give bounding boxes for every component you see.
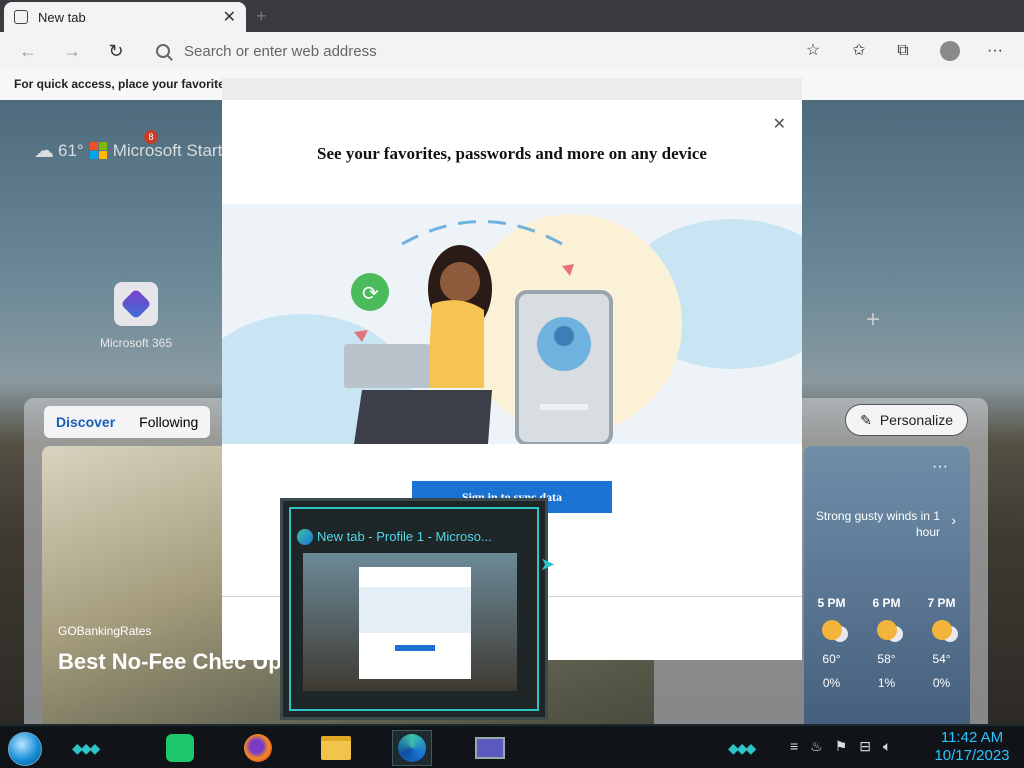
folder-icon [321,736,351,760]
forecast-temp: 60° [822,652,841,666]
pen-icon: ✎ [860,411,872,428]
preview-button [395,645,435,651]
hourly-forecast: 5 PM 60° 0% 6 PM 58° 1% 7 PM 54° 0% [804,596,970,690]
edge-icon [297,529,313,545]
clock-date: 10/17/2023 [934,747,1010,764]
forecast-precip: 0% [932,676,951,690]
taskbar-app-explorer[interactable] [316,730,356,766]
clock[interactable]: 11:42 AM 10/17/2023 [930,729,1014,765]
taskbar-thumbnail-preview[interactable]: New tab - Profile 1 - Microso... [280,498,548,720]
add-site-plus-icon[interactable]: + [866,306,880,334]
forecast-time: 6 PM [872,596,901,610]
weather-card[interactable]: ··· Strong gusty winds in 1 hour › 5 PM … [804,446,970,724]
address-placeholder: Search or enter web address [184,42,377,60]
forecast-hour: 6 PM 58° 1% [859,596,914,690]
preview-dialog-miniature [359,567,471,679]
flag-icon[interactable]: ⚑ [835,738,848,755]
collections-icon[interactable]: ⧉ [892,40,914,62]
browser-toolbar: ← → ↻ Search or enter web address ☆ ✩ ⧉ … [0,32,1024,70]
forecast-time: 5 PM [817,596,846,610]
window-icon [475,737,505,759]
notification-badge[interactable]: 8 [144,130,158,144]
network-icon[interactable]: ⊟ [859,738,871,755]
microsoft-365-icon [114,282,158,326]
dialog-title: See your favorites, passwords and more o… [317,144,707,163]
taskbar: ◆◆◆ ◆◆◆ ≡ ♨ ⚑ ⊟ 🔈︎ 11:42 AM 10/17/2023 [0,724,1024,768]
refresh-icon[interactable]: ↻ [104,39,128,63]
ntp-header: ☁ 61° Microsoft Start [34,138,222,163]
firefox-icon [244,734,272,762]
svg-text:⟳: ⟳ [362,281,379,305]
newtab-page-icon [14,10,28,24]
forecast-temp: 58° [877,652,896,666]
forecast-precip: 0% [822,676,841,690]
preview-screenshot [303,553,517,691]
forecast-time: 7 PM [927,596,956,610]
forecast-precip: 1% [877,676,896,690]
cloud-icon: ☁ [34,140,54,162]
tab-following[interactable]: Following [139,414,198,430]
taskbar-app-firefox[interactable] [238,730,278,766]
cursor-icon: ➤ [540,554,556,574]
forecast-hour: 5 PM 60° 0% [804,596,859,690]
tray-menu-icon[interactable]: ≡ [790,738,798,755]
edge-icon [398,734,426,762]
weather-alert: Strong gusty winds in 1 hour [815,509,940,539]
personalize-label: Personalize [879,412,953,428]
sync-illustration-art: ⟳ [222,214,802,444]
moon-icon [931,620,952,640]
tab-strip: New tab ✕ + [0,0,1024,32]
favorites-hint: For quick access, place your favorites h [14,77,243,91]
forward-arrow-icon[interactable]: → [60,39,84,63]
brand-name[interactable]: Microsoft Start [113,141,223,161]
modal-top-strip [222,78,802,100]
close-icon[interactable]: ✕ [773,114,786,134]
temperature[interactable]: 61° [58,141,84,161]
address-bar[interactable]: Search or enter web address [146,36,836,66]
system-tray: ≡ ♨ ⚑ ⊟ 🔈︎ [790,738,891,755]
taskbar-app-notes[interactable] [160,730,200,766]
more-options-icon[interactable]: ··· [932,458,948,476]
forecast-hour: 7 PM 54° 0% [914,596,969,690]
quick-link-label: Microsoft 365 [99,336,173,350]
decor-chevrons-icon: ◆◆◆ [72,740,100,756]
favorites-icon[interactable]: ✩ [848,40,870,62]
tab-discover[interactable]: Discover [56,414,115,430]
quick-link-microsoft-365[interactable]: Microsoft 365 [96,282,176,350]
news-source: GOBankingRates [58,624,152,638]
search-icon [156,44,170,58]
chevron-right-icon[interactable]: › [951,512,956,528]
close-icon[interactable]: ✕ [223,7,236,27]
tab-new-tab[interactable]: New tab ✕ [4,2,246,32]
forecast-temp: 54° [932,652,951,666]
partly-cloudy-icon [821,620,842,640]
decor-chevrons-icon: ◆◆◆ [728,740,756,756]
more-menu-icon[interactable]: ··· [984,40,1006,62]
new-tab-plus-icon[interactable]: + [256,6,267,27]
taskbar-app-window[interactable] [470,730,510,766]
clock-time: 11:42 AM [940,729,1004,746]
partly-cloudy-icon [876,620,897,640]
volume-icon[interactable]: 🔈︎ [883,738,891,755]
notes-app-icon [166,734,194,762]
add-favorite-icon[interactable]: ☆ [802,40,824,62]
taskbar-app-edge[interactable] [392,730,432,766]
profile-avatar[interactable] [940,41,960,61]
preview-illustration [359,587,471,633]
back-arrow-icon[interactable]: ← [16,39,40,63]
start-button[interactable] [8,732,42,766]
tab-title: New tab [38,9,86,25]
preview-title: New tab - Profile 1 - Microso... [317,529,492,544]
sync-illustration: ⟳ [222,204,802,444]
personalize-button[interactable]: ✎ Personalize [845,404,968,436]
microsoft-logo-icon [89,142,107,159]
feed-tabs: Discover Following [44,406,211,438]
java-icon[interactable]: ♨ [810,738,823,755]
